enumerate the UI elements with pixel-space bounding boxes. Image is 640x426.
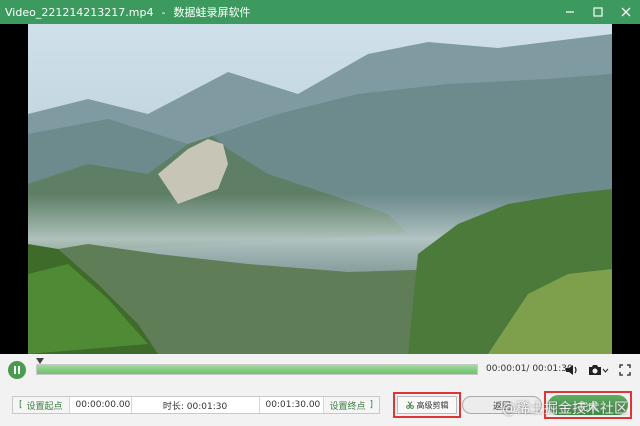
window-title: Video_221214213217.mp4- 数据蛙录屏软件: [5, 6, 251, 19]
close-icon: [621, 7, 631, 17]
maximize-icon: [593, 7, 603, 17]
volume-button[interactable]: [564, 362, 580, 378]
fullscreen-icon: [619, 364, 631, 376]
time-display: 00:00:01/ 00:01:30: [486, 364, 573, 374]
clip-range-group: [设置起点 00:00:00.00 时长: 00:01:30 00:01:30.…: [12, 396, 381, 414]
watermark-text: @稀土掘金技术社区: [502, 401, 628, 417]
end-time-value: 00:01:30.00: [265, 400, 321, 410]
video-preview[interactable]: [0, 24, 640, 354]
minimize-button[interactable]: [556, 0, 584, 24]
window-controls: [556, 0, 640, 24]
fullscreen-button[interactable]: [617, 362, 633, 378]
close-button[interactable]: [612, 0, 640, 24]
end-time-input[interactable]: 00:01:30.00: [260, 397, 324, 413]
pause-button[interactable]: [8, 361, 26, 379]
video-frame-image: [28, 24, 612, 354]
highlight-box-advanced: [393, 392, 461, 418]
current-time: 00:00:01: [486, 364, 527, 374]
set-start-button[interactable]: [设置起点: [13, 397, 70, 413]
set-start-label: 设置起点: [26, 401, 63, 412]
start-time-value: 00:00:00.00: [75, 400, 131, 410]
maximize-button[interactable]: [584, 0, 612, 24]
duration-display: 时长: 00:01:30: [132, 397, 260, 413]
set-end-label: 设置终点: [329, 401, 366, 412]
progress-fill: [37, 365, 477, 374]
screenshot-button[interactable]: [586, 362, 610, 378]
pause-icon: [14, 366, 20, 374]
start-time-input[interactable]: 00:00:00.00: [70, 397, 132, 413]
chevron-down-icon: [602, 368, 608, 373]
camera-icon: [588, 365, 601, 375]
app-name: 数据蛙录屏软件: [173, 6, 251, 19]
title-bar: Video_221214213217.mp4- 数据蛙录屏软件: [0, 0, 640, 24]
start-marker-icon[interactable]: [36, 358, 44, 366]
file-name: Video_221214213217.mp4: [5, 6, 154, 19]
minimize-icon: [566, 11, 574, 13]
speaker-icon: [566, 365, 577, 375]
set-end-button[interactable]: 设置终点]: [323, 397, 380, 413]
progress-track[interactable]: [36, 364, 478, 375]
player-bar: 00:00:01/ 00:01:30: [0, 354, 640, 386]
duration-text: 时长: 00:01:30: [162, 401, 228, 412]
